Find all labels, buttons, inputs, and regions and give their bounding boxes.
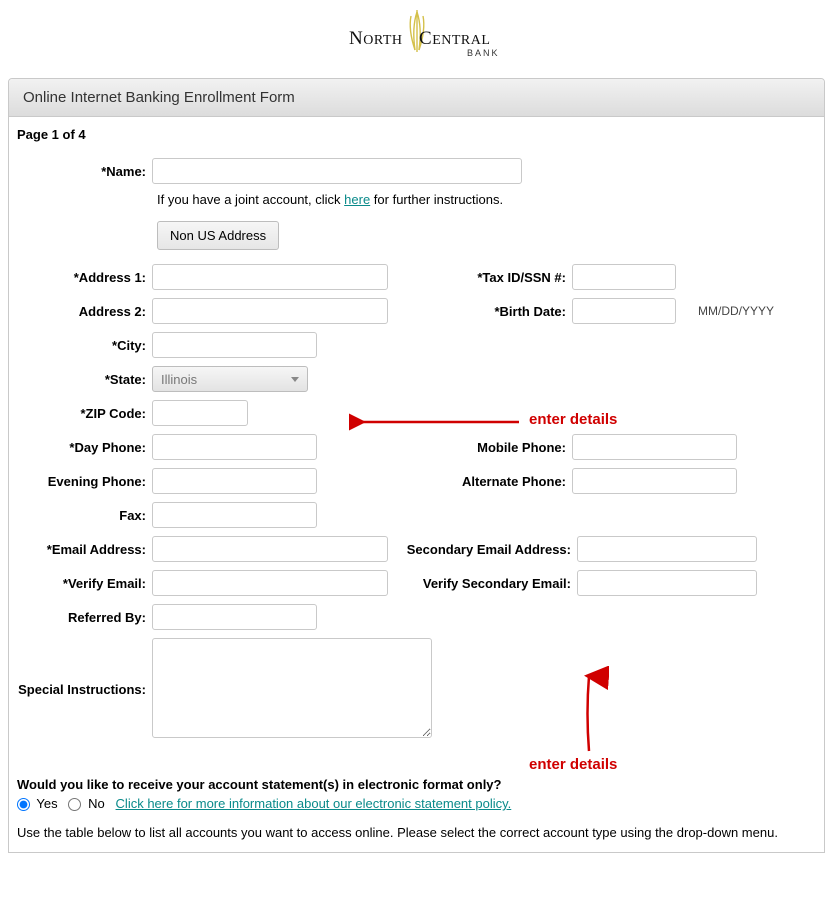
alternate-input[interactable] — [572, 468, 737, 494]
form-area: *Name: If you have a joint account, clic… — [9, 158, 824, 759]
email-label: *Email Address: — [17, 542, 152, 557]
fax-input[interactable] — [152, 502, 317, 528]
tax-label: *Tax ID/SSN #: — [392, 270, 572, 285]
city-input[interactable] — [152, 332, 317, 358]
referred-input[interactable] — [152, 604, 317, 630]
accounts-table-instruction: Use the table below to list all accounts… — [9, 819, 824, 852]
panel-title: Online Internet Banking Enrollment Form — [9, 79, 824, 117]
joint-note-pre: If you have a joint account, click — [157, 192, 344, 207]
special-instructions-textarea[interactable] — [152, 638, 432, 738]
radio-yes-label[interactable]: Yes — [17, 796, 58, 811]
policy-link[interactable]: Click here for more information about ou… — [116, 796, 512, 811]
birth-label: *Birth Date: — [392, 304, 572, 319]
radio-yes-text: Yes — [36, 796, 57, 811]
radio-no[interactable] — [68, 798, 81, 811]
estatement-question: Would you like to receive your account s… — [9, 759, 824, 796]
referred-label: Referred By: — [17, 610, 152, 625]
address2-label: Address 2: — [17, 304, 152, 319]
logo: NORTH CENTRAL BANK — [0, 0, 833, 70]
page-indicator: Page 1 of 4 — [9, 117, 824, 158]
day-phone-input[interactable] — [152, 434, 317, 460]
city-label: *City: — [17, 338, 152, 353]
verify-email-label: *Verify Email: — [17, 576, 152, 591]
joint-note-post: for further instructions. — [370, 192, 503, 207]
state-value: Illinois — [161, 372, 197, 387]
fax-label: Fax: — [17, 508, 152, 523]
state-select[interactable]: Illinois — [152, 366, 308, 392]
evening-phone-label: Evening Phone: — [17, 474, 152, 489]
radio-yes[interactable] — [17, 798, 30, 811]
svg-text:NORTH: NORTH — [349, 28, 403, 49]
estatement-radios: Yes No Click here for more information a… — [9, 796, 824, 819]
evening-phone-input[interactable] — [152, 468, 317, 494]
address2-input[interactable] — [152, 298, 388, 324]
day-phone-label: *Day Phone: — [17, 440, 152, 455]
zip-input[interactable] — [152, 400, 248, 426]
secondary-email-input[interactable] — [577, 536, 757, 562]
name-label: *Name: — [17, 164, 152, 179]
bank-logo: NORTH CENTRAL BANK — [317, 10, 517, 66]
verify-secondary-input[interactable] — [577, 570, 757, 596]
tax-input[interactable] — [572, 264, 676, 290]
name-input[interactable] — [152, 158, 522, 184]
mobile-label: Mobile Phone: — [392, 440, 572, 455]
radio-no-text: No — [88, 796, 105, 811]
svg-text:BANK: BANK — [467, 48, 500, 58]
mobile-input[interactable] — [572, 434, 737, 460]
state-label: *State: — [17, 372, 152, 387]
svg-text:CENTRAL: CENTRAL — [419, 28, 490, 49]
address1-label: *Address 1: — [17, 270, 152, 285]
joint-here-link[interactable]: here — [344, 192, 370, 207]
verify-email-input[interactable] — [152, 570, 388, 596]
verify-secondary-label: Verify Secondary Email: — [402, 576, 577, 591]
email-input[interactable] — [152, 536, 388, 562]
chevron-down-icon — [291, 377, 299, 382]
non-us-address-button[interactable]: Non US Address — [157, 221, 279, 250]
radio-no-label[interactable]: No — [68, 796, 104, 811]
alternate-label: Alternate Phone: — [392, 474, 572, 489]
birth-hint: MM/DD/YYYY — [692, 304, 816, 318]
zip-label: *ZIP Code: — [17, 406, 152, 421]
enrollment-panel: Online Internet Banking Enrollment Form … — [8, 78, 825, 853]
address1-input[interactable] — [152, 264, 388, 290]
special-label: Special Instructions: — [17, 682, 152, 697]
joint-account-note: If you have a joint account, click here … — [157, 192, 816, 207]
secondary-email-label: Secondary Email Address: — [402, 542, 577, 557]
birth-input[interactable] — [572, 298, 676, 324]
